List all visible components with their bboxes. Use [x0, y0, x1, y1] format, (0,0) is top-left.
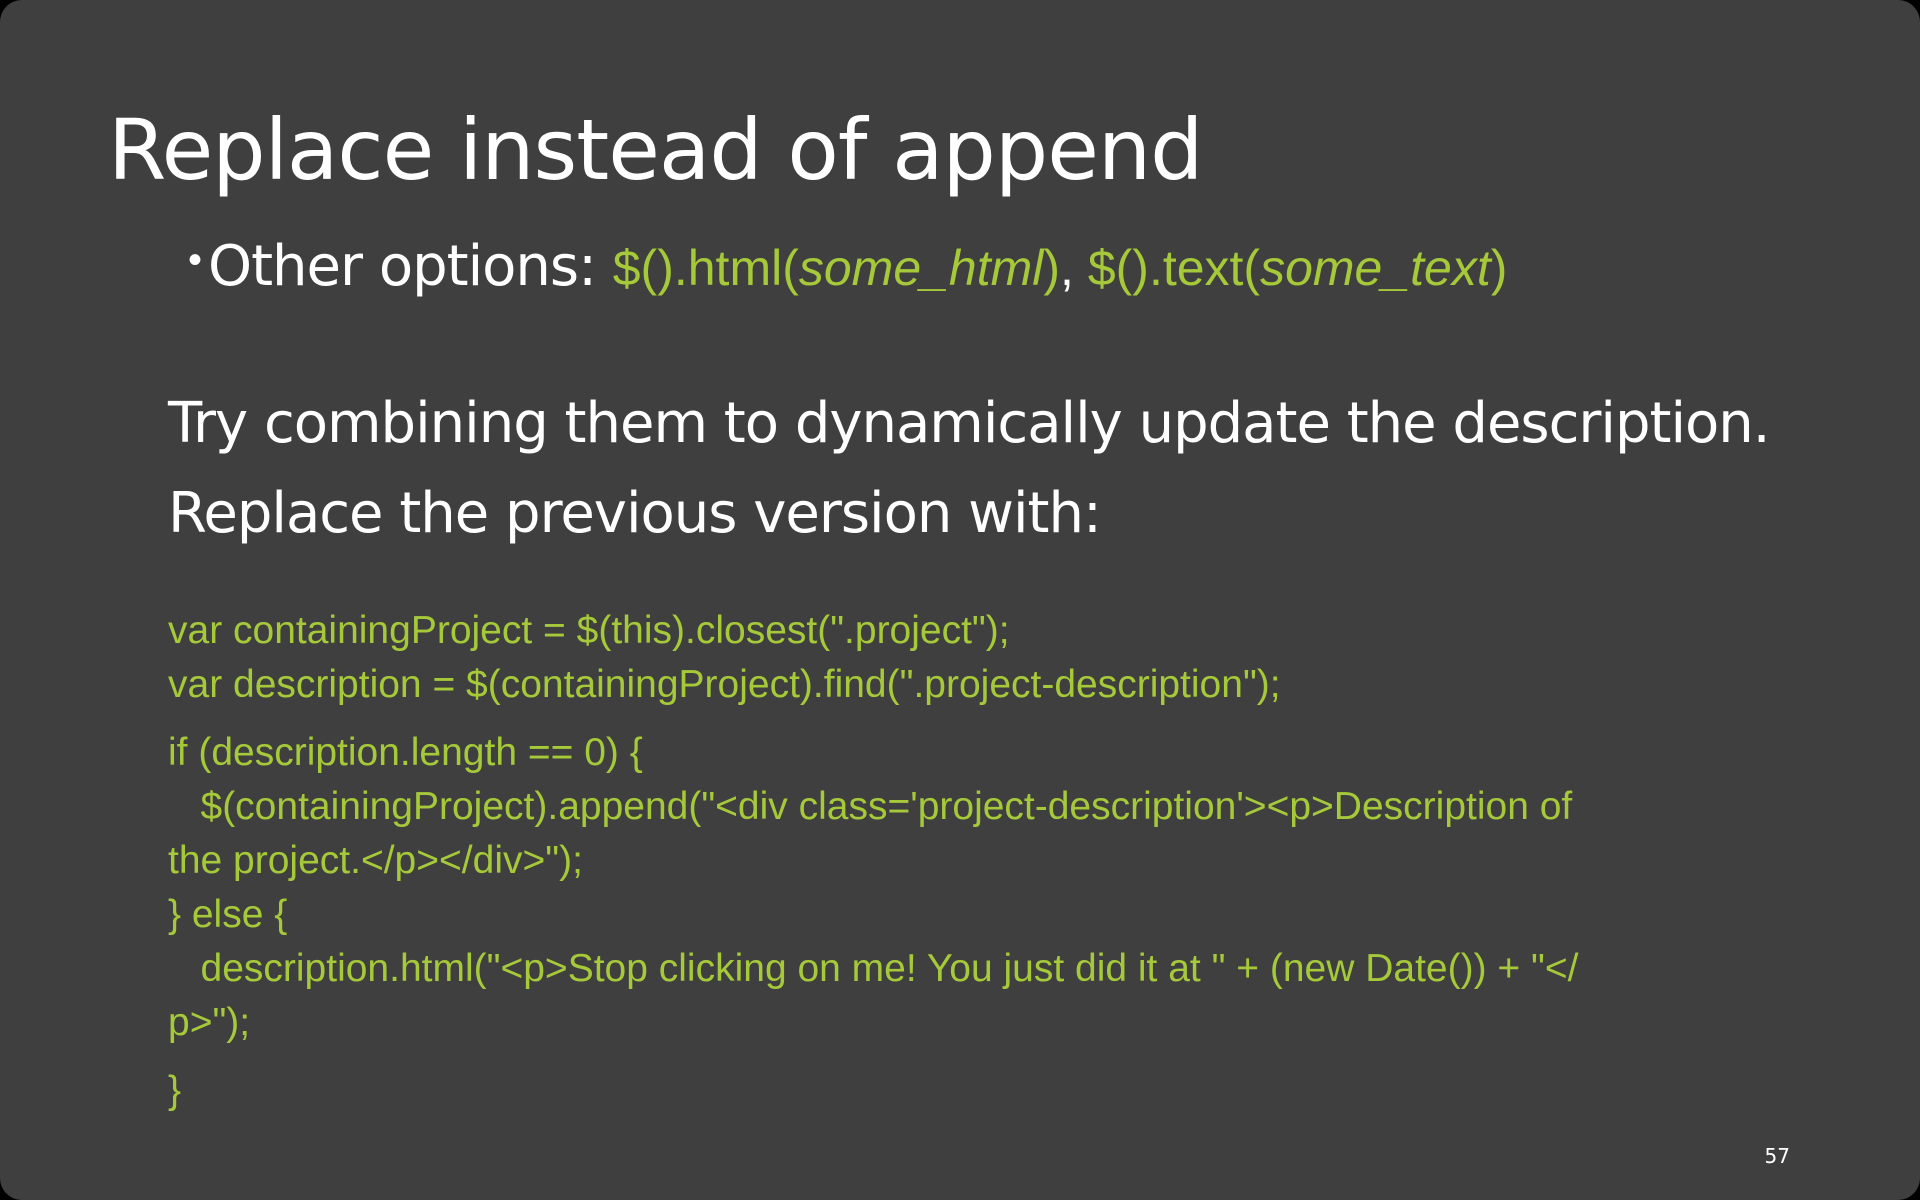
code-block: var containingProject = $(this).closest(…: [168, 604, 1808, 1118]
option-separator: ,: [1060, 240, 1088, 296]
code-line: if (description.length == 0) {: [168, 731, 643, 774]
bullet-icon: •: [188, 238, 203, 282]
text-option-suffix: ): [1490, 240, 1508, 296]
replace-text: Replace the previous version with:: [168, 481, 1102, 546]
code-line: }: [168, 1069, 182, 1112]
code-line: var containingProject = $(this).closest(…: [168, 609, 1010, 652]
html-option-prefix: $().html(: [612, 240, 799, 296]
text-option: $().text(some_text): [1088, 240, 1508, 296]
instruction-text: Try combining them to dynamically update…: [168, 391, 1771, 456]
code-line: the project.</p></div>");: [168, 839, 583, 882]
slide-title: Replace instead of append: [108, 101, 1203, 199]
code-line: $(containingProject).append("<div class=…: [168, 785, 1573, 828]
code-line: p>");: [168, 1001, 251, 1044]
html-option-arg: some_html: [798, 240, 1044, 296]
code-line: var description = $(containingProject).f…: [168, 663, 1281, 706]
code-line: description.html("<p>Stop clicking on me…: [168, 947, 1579, 990]
html-option: $().html(some_html): [613, 240, 1060, 296]
html-option-suffix: ): [1043, 240, 1061, 296]
bullet-item: • Other options: $().html(some_html), $()…: [188, 232, 1507, 300]
text-option-arg: some_text: [1260, 240, 1491, 296]
slide-number: 57: [1764, 1144, 1790, 1168]
bullet-label: Other options:: [208, 234, 613, 299]
text-option-prefix: $().text(: [1087, 240, 1261, 296]
code-line: } else {: [168, 893, 288, 936]
slide: Replace instead of append • Other options…: [0, 0, 1920, 1200]
